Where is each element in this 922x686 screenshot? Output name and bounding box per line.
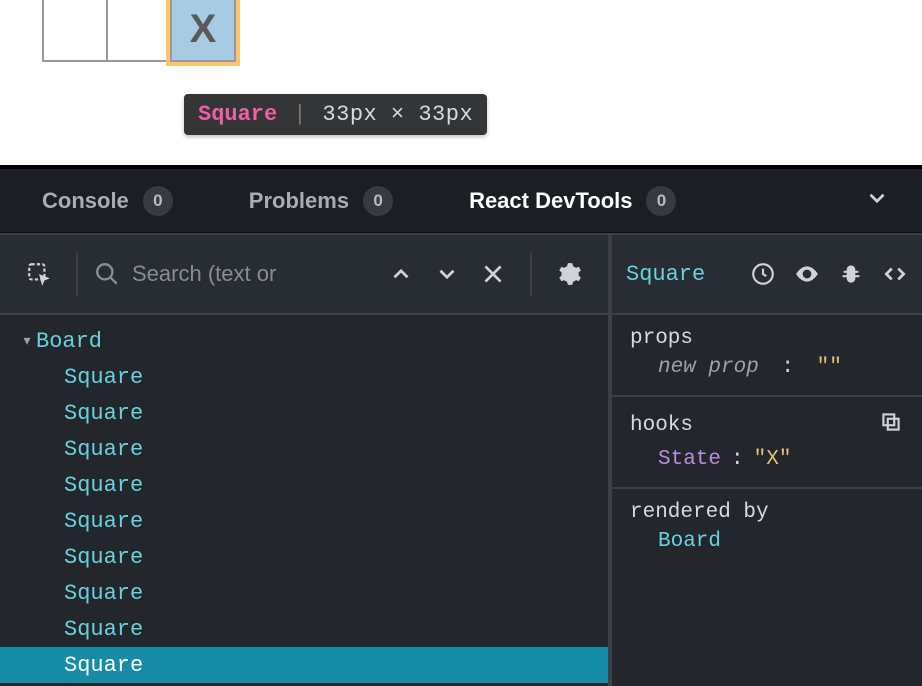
tree-item-square[interactable]: Square	[0, 359, 608, 395]
log-to-console-button[interactable]	[838, 261, 864, 287]
tree-item-square[interactable]: Square	[0, 647, 608, 683]
hook-value: "X"	[754, 448, 792, 471]
tab-react-devtools[interactable]: React DevTools 0	[469, 186, 676, 216]
app-preview: X Square | 33px × 33px	[0, 0, 922, 165]
new-prop-value[interactable]: ""	[817, 356, 842, 379]
tree-item-label: Square	[64, 473, 143, 498]
section-title-text: props	[630, 327, 693, 350]
tree-item-square[interactable]: Square	[0, 467, 608, 503]
new-prop-row[interactable]: new prop : ""	[630, 356, 904, 379]
tree-item-label: Square	[64, 545, 143, 570]
tree-item-square[interactable]: Square	[0, 395, 608, 431]
settings-button[interactable]	[548, 253, 590, 295]
tree-item-square[interactable]: Square	[0, 575, 608, 611]
tab-badge: 0	[363, 186, 393, 216]
gear-icon	[556, 261, 582, 287]
tab-badge: 0	[646, 186, 676, 216]
tree-item-label: Square	[64, 365, 143, 390]
square-cell-highlighted[interactable]: X	[170, 0, 236, 62]
tooltip-component-name: Square	[198, 102, 277, 127]
search-clear-button[interactable]	[472, 253, 514, 295]
tabs-overflow-toggle[interactable]	[864, 185, 890, 217]
section-title-text: rendered by	[630, 501, 769, 524]
bug-icon	[838, 261, 864, 287]
rendered-by-section: rendered by Board	[612, 489, 922, 569]
tree-item-label: Board	[36, 329, 102, 354]
inspect-dom-button[interactable]	[794, 261, 820, 287]
tab-label: Console	[42, 188, 129, 214]
rendered-by-link[interactable]: Board	[658, 530, 721, 553]
tree-item-square[interactable]: Square	[0, 431, 608, 467]
tab-console[interactable]: Console 0	[42, 186, 173, 216]
hooks-expand-icon[interactable]	[878, 409, 904, 442]
component-details-pane: Square props	[612, 235, 922, 686]
tree-toolbar	[0, 235, 608, 315]
tree-item-label: Square	[64, 617, 143, 642]
devtools-tabs: Console 0 Problems 0 React DevTools 0	[0, 169, 922, 233]
code-icon	[882, 261, 908, 287]
tab-badge: 0	[143, 186, 173, 216]
section-title-text: hooks	[630, 414, 693, 437]
inspector-tooltip: Square | 33px × 33px	[184, 94, 487, 135]
component-tree-pane: ▾Board Square Square Square Square Square Squa…	[0, 235, 612, 686]
suspend-button[interactable]	[750, 261, 776, 287]
tree-item-label: Square	[64, 437, 143, 462]
tree-item-square[interactable]: Square	[0, 503, 608, 539]
tree-search[interactable]	[94, 261, 370, 287]
tooltip-dimensions: 33px × 33px	[322, 102, 473, 127]
tree-item-label: Square	[64, 401, 143, 426]
props-section: props new prop : ""	[612, 315, 922, 397]
tree-item-square[interactable]: Square	[0, 611, 608, 647]
toolbar-divider	[76, 252, 78, 296]
tree-item-label: Square	[64, 581, 143, 606]
search-input[interactable]	[132, 261, 370, 287]
devtools-panel: Console 0 Problems 0 React DevTools 0	[0, 165, 922, 686]
tree-expand-arrow-icon[interactable]: ▾	[18, 333, 36, 350]
tree-item-square[interactable]: Square	[0, 539, 608, 575]
search-prev-button[interactable]	[380, 253, 422, 295]
cell-value: X	[190, 7, 217, 52]
view-source-button[interactable]	[882, 261, 908, 287]
hook-key: State	[658, 448, 721, 471]
search-icon	[94, 261, 120, 287]
tree-item-board[interactable]: ▾Board	[0, 323, 608, 359]
eye-icon	[794, 261, 820, 287]
hooks-section: hooks State: "X"	[612, 397, 922, 489]
tab-label: React DevTools	[469, 188, 632, 214]
toolbar-divider	[530, 252, 532, 296]
inspect-element-button[interactable]	[18, 253, 60, 295]
selected-component-name: Square	[626, 262, 734, 287]
details-toolbar: Square	[612, 235, 922, 315]
tooltip-separator: |	[293, 102, 306, 127]
search-next-button[interactable]	[426, 253, 468, 295]
tab-label: Problems	[249, 188, 349, 214]
square-cell[interactable]	[42, 0, 108, 62]
component-tree[interactable]: ▾Board Square Square Square Square Square Squa…	[0, 315, 608, 686]
tic-tac-toe-board: X	[42, 0, 234, 62]
tab-problems[interactable]: Problems 0	[249, 186, 393, 216]
square-cell[interactable]	[106, 0, 172, 62]
tree-item-label: Square	[64, 509, 143, 534]
new-prop-label: new prop	[658, 356, 759, 379]
hook-state-row[interactable]: State: "X"	[630, 448, 904, 471]
tree-item-label: Square	[64, 653, 143, 678]
